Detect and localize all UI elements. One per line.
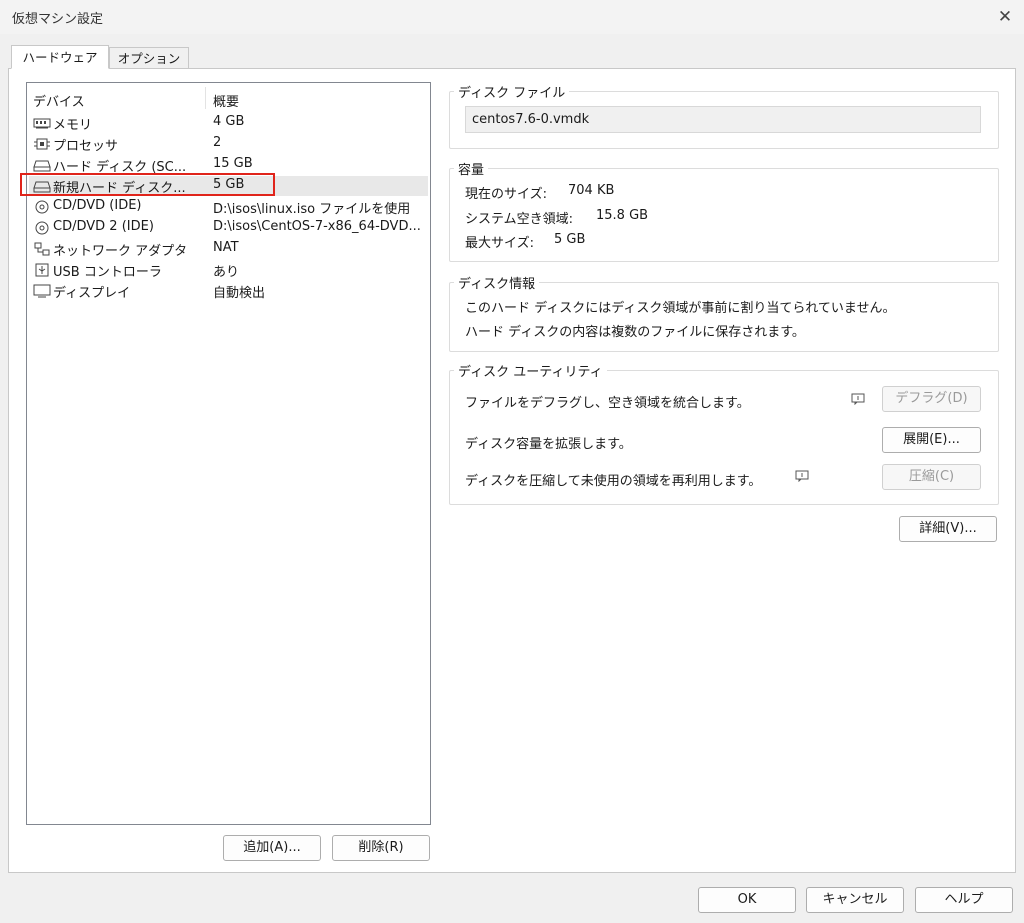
cd-dvd-icon [35, 200, 49, 214]
disk-info-legend: ディスク情報 [458, 277, 536, 292]
current-size-value: 704 KB [568, 183, 615, 198]
title-bar: 仮想マシン設定 ✕ [0, 0, 1024, 34]
device-name: メモリ [53, 118, 93, 133]
device-row-memory[interactable]: メモリ 4 GB [29, 113, 428, 133]
max-size-value: 5 GB [554, 232, 586, 247]
add-button[interactable]: 追加(A)... [223, 835, 321, 861]
expand-description: ディスク容量を拡張します。 [465, 437, 632, 452]
network-icon [34, 242, 50, 256]
disk-file-field[interactable]: centos7.6-0.vmdk [465, 106, 981, 133]
info-icon [851, 393, 865, 405]
expand-button[interactable]: 展開(E)... [882, 427, 981, 453]
device-name: CD/DVD (IDE) [53, 198, 142, 213]
cancel-button[interactable]: キャンセル [806, 887, 904, 913]
device-name: プロセッサ [53, 139, 119, 154]
disk-info-line-2: ハード ディスクの内容は複数のファイルに保存されます。 [465, 325, 805, 340]
device-summary: D:\isos\linux.iso ファイルを使用 [213, 202, 411, 217]
cd-dvd-icon [35, 221, 49, 235]
compact-description: ディスクを圧縮して未使用の領域を再利用します。 [465, 474, 762, 489]
device-summary: D:\isos\CentOS-7-x86_64-DVD... [213, 219, 421, 234]
window-title: 仮想マシン設定 [12, 12, 104, 27]
column-divider[interactable] [205, 87, 206, 109]
current-size-label: 現在のサイズ: [465, 187, 547, 202]
device-summary: 自動検出 [213, 286, 266, 301]
tab-hardware[interactable]: ハードウェア [11, 45, 109, 69]
help-button[interactable]: ヘルプ [915, 887, 1013, 913]
device-row-hard-disk[interactable]: ハード ディスク (SC... 15 GB [29, 155, 428, 175]
device-row-processor[interactable]: プロセッサ 2 [29, 134, 428, 154]
defrag-button[interactable]: デフラグ(D) [882, 386, 981, 412]
compact-button[interactable]: 圧縮(C) [882, 464, 981, 490]
device-summary: 2 [213, 135, 222, 150]
memory-icon [33, 118, 51, 129]
device-name: ネットワーク アダプタ [53, 244, 188, 259]
device-summary: あり [213, 265, 240, 280]
free-space-value: 15.8 GB [596, 208, 649, 223]
selection-highlight [20, 173, 275, 196]
column-header-summary[interactable]: 概要 [213, 91, 239, 110]
device-row-usb-controller[interactable]: USB コントローラ あり [29, 260, 428, 280]
device-row-cd-dvd-2[interactable]: CD/DVD 2 (IDE) D:\isos\CentOS-7-x86_64-D… [29, 218, 428, 238]
device-name: USB コントローラ [53, 265, 162, 280]
defrag-description: ファイルをデフラグし、空き領域を統合します。 [465, 396, 750, 411]
max-size-label: 最大サイズ: [465, 236, 534, 251]
device-name: ディスプレイ [53, 286, 131, 301]
advanced-button[interactable]: 詳細(V)... [899, 516, 997, 542]
ok-button[interactable]: OK [698, 887, 796, 913]
device-summary: NAT [213, 240, 239, 255]
device-row-display[interactable]: ディスプレイ 自動検出 [29, 281, 428, 301]
device-row-cd-dvd[interactable]: CD/DVD (IDE) D:\isos\linux.iso ファイルを使用 [29, 197, 428, 217]
tab-options[interactable]: オプション [109, 47, 189, 69]
capacity-legend: 容量 [458, 163, 485, 178]
device-summary: 4 GB [213, 114, 245, 129]
device-name: CD/DVD 2 (IDE) [53, 219, 154, 234]
close-icon[interactable]: ✕ [992, 5, 1018, 29]
display-icon [33, 284, 51, 298]
disk-utilities-legend: ディスク ユーティリティ [458, 365, 603, 380]
disk-info-line-1: このハード ディスクにはディスク領域が事前に割り当てられていません。 [465, 301, 896, 316]
device-summary: 15 GB [213, 156, 253, 171]
remove-button[interactable]: 削除(R) [332, 835, 430, 861]
disk-file-legend: ディスク ファイル [458, 86, 566, 101]
hard-disk-icon [33, 160, 51, 172]
free-space-label: システム空き領域: [465, 212, 573, 227]
device-row-network-adapter[interactable]: ネットワーク アダプタ NAT [29, 239, 428, 259]
processor-icon [34, 138, 50, 150]
column-header-device[interactable]: デバイス [33, 91, 85, 110]
usb-icon [35, 263, 49, 277]
info-icon [795, 470, 809, 482]
